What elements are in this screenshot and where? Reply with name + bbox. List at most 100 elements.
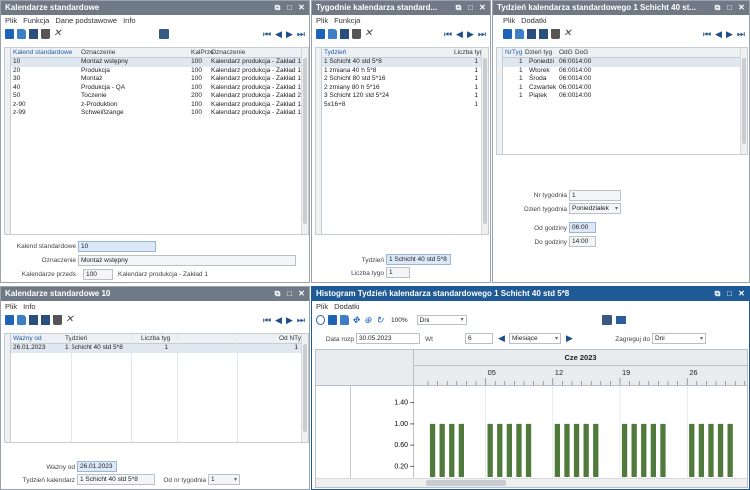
zoom-fit-icon[interactable]	[328, 315, 337, 325]
save-icon[interactable]	[29, 315, 38, 325]
grid-kalendarze[interactable]: Kalend standardowe Oznaczenie KalPrze Oznac…	[4, 47, 309, 235]
title-bar[interactable]: Tygodnie kalendarza standard... ⧉ □ ✕	[312, 1, 490, 15]
cancel-icon[interactable]: ✕	[563, 29, 572, 39]
first-icon[interactable]: ⏮	[263, 315, 271, 325]
field-od-godziny[interactable]: 06:00	[569, 222, 596, 233]
maximize-icon[interactable]: □	[725, 289, 734, 298]
scrollbar[interactable]	[740, 48, 747, 154]
move-icon[interactable]: ✥	[352, 315, 361, 325]
prev-icon[interactable]: ◀	[456, 29, 463, 39]
next-icon[interactable]: ▶	[286, 29, 293, 39]
restore-icon[interactable]: ⧉	[273, 289, 282, 298]
field-oznaczenie[interactable]: Montaż wstępny	[78, 255, 296, 266]
table-row[interactable]: 2 Schicht 80 std 5*16 1	[322, 75, 488, 84]
close-icon[interactable]: ✕	[478, 3, 487, 12]
col-nrtyg[interactable]: NrTyg	[505, 48, 522, 58]
grid-dni[interactable]: NrTyg Dzień tyg OdG DoG 1 Poniedzi 06:00 14:00…	[496, 47, 748, 155]
table-row[interactable]: 3 Schicht 120 std 5*24 1	[322, 92, 488, 101]
prev-icon[interactable]: ◀	[275, 315, 282, 325]
maximize-icon[interactable]: □	[285, 3, 294, 12]
menu-plik[interactable]: Plik	[5, 16, 17, 25]
save-icon[interactable]	[340, 29, 349, 39]
delete-icon[interactable]	[551, 29, 560, 39]
col-oznaczenie[interactable]: Oznaczenie	[81, 48, 115, 58]
delete-icon[interactable]	[53, 315, 62, 325]
field-count[interactable]: 6	[465, 333, 493, 344]
table-row[interactable]: 30 Montaż 100 Kalendarz produkcja - Zakład …	[11, 75, 308, 84]
h-scrollbar[interactable]	[316, 478, 747, 487]
new-icon[interactable]	[316, 29, 325, 39]
next-icon[interactable]: ▶	[726, 29, 733, 39]
table-row[interactable]: 50 Toczenie 200 Kalendarz produkcja - Zakła…	[11, 92, 308, 101]
restore-icon[interactable]: ⧉	[454, 3, 463, 12]
last-icon[interactable]: ⏭	[478, 29, 486, 39]
field-tydzien-kalendarz[interactable]: 1 Schicht 40 std 5*8	[77, 474, 155, 485]
close-icon[interactable]: ✕	[737, 3, 746, 12]
new-icon[interactable]	[5, 315, 14, 325]
menu-funkcja[interactable]: Funkcja	[23, 16, 49, 25]
open-icon[interactable]	[17, 315, 26, 325]
title-bar[interactable]: Kalendarze standardowe 10 ⧉ □ ✕	[1, 287, 309, 301]
table-row[interactable]: 5x16+8 1	[322, 101, 488, 110]
cancel-icon[interactable]: ✕	[65, 315, 74, 325]
first-icon[interactable]: ⏮	[444, 29, 452, 39]
field-tydzien[interactable]: 1 Schicht 40 std 5*8	[386, 254, 451, 265]
close-icon[interactable]: ✕	[737, 289, 746, 298]
select-dzien-tygodnia[interactable]: Poniedziałek	[569, 203, 621, 214]
table-row[interactable]: 1 Poniedzi 06:00 14:00	[503, 58, 747, 67]
save-icon[interactable]	[527, 29, 536, 39]
menu-plik[interactable]: Plik	[316, 302, 328, 311]
maximize-icon[interactable]: □	[725, 3, 734, 12]
title-bar[interactable]: Kalendarze standardowe ⧉ □ ✕	[1, 1, 309, 15]
table-row[interactable]: 1 zmiana 40 h 5*8 1	[322, 67, 488, 76]
table-row[interactable]: 40 Produkcja - QA 100 Kalendarz produkcja -…	[11, 84, 308, 93]
prev-icon[interactable]: ◀	[275, 29, 282, 39]
first-icon[interactable]: ⏮	[263, 29, 271, 39]
col-liczba[interactable]: Liczba tyg	[454, 48, 483, 58]
field-do-godziny[interactable]: 14:00	[569, 236, 596, 247]
field-liczba-tyg[interactable]: 1	[386, 267, 410, 278]
open-icon[interactable]	[328, 29, 337, 39]
col-tydzien[interactable]: Tydzień	[65, 334, 87, 344]
zoom-icon[interactable]: ⊕	[364, 315, 373, 325]
col-liczba-tyg[interactable]: Liczba tyg	[141, 334, 170, 344]
zoom-select-icon[interactable]	[340, 315, 349, 325]
field-data-rozp[interactable]: 30.05.2023	[356, 333, 420, 344]
table-row[interactable]: 2 zmiany 80 h 5*16 1	[322, 84, 488, 93]
table-row[interactable]: 1 Czwartek 06:00 14:00	[503, 84, 747, 93]
close-icon[interactable]: ✕	[297, 289, 306, 298]
menu-dodatki[interactable]: Dodatki	[521, 16, 546, 25]
grid-tygodnie[interactable]: Tydzień Liczba tyg 1 Schicht 40 std 5*8 1 1…	[315, 47, 489, 235]
delete-icon[interactable]	[41, 29, 50, 39]
menu-plik[interactable]: Plik	[316, 16, 328, 25]
col-odg[interactable]: OdG	[559, 48, 573, 58]
col-oznaczenie2[interactable]: Oznaczenie	[211, 48, 245, 58]
next-icon[interactable]: ▶	[286, 315, 293, 325]
table-row[interactable]: 20 Produkcja 100 Kalendarz produkcja - Zakł…	[11, 67, 308, 76]
print-icon[interactable]	[159, 29, 169, 39]
menu-info[interactable]: Info	[23, 302, 36, 311]
maximize-icon[interactable]: □	[466, 3, 475, 12]
close-icon[interactable]: ✕	[297, 3, 306, 12]
scrollbar[interactable]	[481, 48, 488, 234]
field-wazny-od[interactable]: 26.01.2023	[77, 461, 117, 472]
restore-icon[interactable]: ⧉	[713, 289, 722, 298]
menu-info[interactable]: Info	[123, 16, 136, 25]
next-period-icon[interactable]: ▶	[566, 333, 573, 344]
prev-icon[interactable]: ◀	[715, 29, 722, 39]
field-kalend[interactable]: 10	[78, 241, 156, 252]
menu-plik[interactable]: Plik	[503, 16, 515, 25]
restore-icon[interactable]: ⧉	[273, 3, 282, 12]
table-row[interactable]: 1 Schicht 40 std 5*8 1	[322, 58, 488, 67]
first-icon[interactable]: ⏮	[703, 29, 711, 39]
restore-icon[interactable]: ⧉	[713, 3, 722, 12]
cancel-icon[interactable]: ✕	[53, 29, 62, 39]
save-icon[interactable]	[29, 29, 38, 39]
navigate-icon[interactable]	[316, 315, 325, 325]
select-od-nr-tygodnia[interactable]: 1	[208, 474, 240, 485]
menu-funkcja[interactable]: Funkcja	[334, 16, 360, 25]
scrollbar[interactable]	[301, 334, 308, 442]
scrollbar[interactable]	[301, 48, 308, 234]
col-wazny-od[interactable]: Ważny od	[13, 334, 42, 344]
open-icon[interactable]	[515, 29, 524, 39]
